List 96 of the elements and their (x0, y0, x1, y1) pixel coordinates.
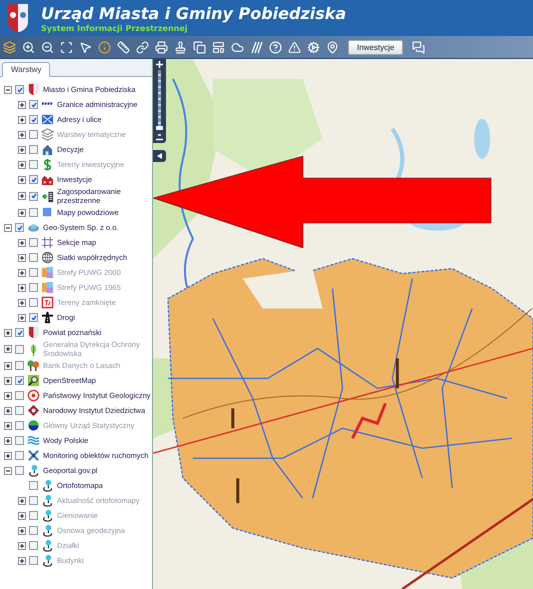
dot-icon (27, 419, 40, 432)
layer-checkbox[interactable] (29, 313, 38, 322)
ruler-icon[interactable] (117, 40, 130, 54)
crest-icon (27, 83, 40, 96)
layer-checkbox[interactable] (15, 376, 24, 385)
expand-icon[interactable] (4, 406, 12, 414)
layer-checkbox[interactable] (29, 100, 38, 109)
layout-icon[interactable] (212, 40, 225, 54)
grid-icon (41, 236, 54, 249)
layer-checkbox[interactable] (15, 391, 24, 400)
crest-icon (27, 326, 40, 339)
expand-icon[interactable] (18, 116, 26, 124)
layer-checkbox[interactable] (29, 175, 38, 184)
layer-checkbox[interactable] (15, 466, 24, 475)
stamp-icon[interactable] (174, 40, 187, 54)
copy-icon[interactable] (193, 40, 206, 54)
layer-checkbox[interactable] (15, 436, 24, 445)
layer-checkbox[interactable] (29, 481, 38, 490)
layer-checkbox[interactable] (29, 192, 38, 200)
pin-icon (41, 479, 54, 492)
collapse-icon[interactable] (4, 86, 12, 94)
expand-icon[interactable] (4, 328, 12, 336)
pin-icon (41, 494, 54, 507)
expand-icon[interactable] (18, 100, 26, 108)
ring-icon (27, 389, 40, 402)
expand-icon[interactable] (18, 192, 26, 200)
layer-checkbox[interactable] (29, 253, 38, 262)
expand-icon[interactable] (18, 238, 26, 246)
triangle-left-icon (157, 153, 162, 159)
layer-checkbox[interactable] (15, 451, 24, 460)
layer-checkbox[interactable] (29, 145, 38, 154)
pin-icon (41, 509, 54, 522)
link-icon[interactable] (136, 40, 149, 54)
expand-icon[interactable] (4, 376, 12, 384)
zoom-in-icon[interactable] (156, 61, 163, 68)
waves-icon (27, 434, 40, 447)
road-icon (41, 311, 54, 324)
trees-icon (27, 359, 40, 372)
expand-icon[interactable] (18, 176, 26, 184)
location-icon[interactable] (326, 40, 339, 54)
collapse-icon[interactable] (4, 466, 12, 474)
buildings-icon (41, 173, 54, 186)
expand-icon[interactable] (4, 436, 12, 444)
warning-icon[interactable] (288, 40, 301, 54)
layer-checkbox[interactable] (15, 328, 24, 337)
chat-icon[interactable] (412, 40, 426, 54)
help-icon[interactable] (269, 40, 282, 54)
expand-icon[interactable] (18, 254, 26, 262)
settings-icon[interactable] (307, 40, 320, 54)
zoom-thumb[interactable] (156, 126, 163, 130)
plan-icon (41, 190, 54, 202)
layer-checkbox[interactable] (29, 115, 38, 124)
zoom-in-icon[interactable] (22, 40, 35, 54)
collapse-button[interactable] (153, 150, 166, 162)
app-title: Urząd Miasta i Gminy Pobiedziska (41, 4, 346, 22)
layers-tab[interactable]: Warstwy (2, 62, 50, 77)
tz-sign-icon (41, 296, 54, 309)
investments-button[interactable]: Inwestycje (348, 40, 404, 54)
zoom-slider[interactable] (153, 59, 166, 143)
layers-icon (41, 128, 54, 141)
zones-icon (41, 266, 54, 279)
expand-icon[interactable] (18, 146, 26, 154)
expand-icon[interactable] (18, 314, 26, 322)
layer-checkbox[interactable] (29, 238, 38, 247)
expand-icon[interactable] (4, 392, 12, 400)
crest-logo (7, 3, 29, 33)
envelope-icon (41, 113, 54, 126)
pin-icon (41, 554, 54, 567)
pin-icon (41, 539, 54, 552)
globe-icon (41, 251, 54, 264)
printer-icon[interactable] (155, 40, 168, 54)
layers-icon[interactable] (3, 40, 16, 54)
layer-checkbox[interactable] (29, 208, 38, 217)
dollar-icon (41, 158, 54, 171)
info-icon[interactable] (98, 40, 111, 54)
heritage-icon (27, 404, 40, 417)
cloud-icon[interactable] (231, 40, 244, 54)
pin-icon (41, 524, 54, 537)
square-icon (41, 206, 54, 219)
layer-checkbox[interactable] (15, 85, 24, 94)
magnifier-icon (27, 374, 40, 387)
layer-checkbox[interactable] (15, 223, 24, 232)
satellite-icon (27, 449, 40, 462)
zones-icon (41, 281, 54, 294)
layer-checkbox[interactable] (15, 406, 24, 415)
zoom-out-icon[interactable] (41, 40, 54, 54)
zoom-out-icon[interactable] (156, 138, 163, 141)
pin-icon (27, 464, 40, 477)
hatch-icon[interactable] (250, 40, 263, 54)
house-icon (41, 143, 54, 156)
pointer-icon[interactable] (79, 40, 92, 54)
expand-icon[interactable] (4, 452, 12, 460)
app-subtitle: System Informacji Przestrzennej (41, 24, 189, 32)
full-extent-icon[interactable] (60, 40, 73, 54)
collapse-icon[interactable] (4, 224, 12, 232)
expand-icon[interactable] (18, 208, 26, 216)
